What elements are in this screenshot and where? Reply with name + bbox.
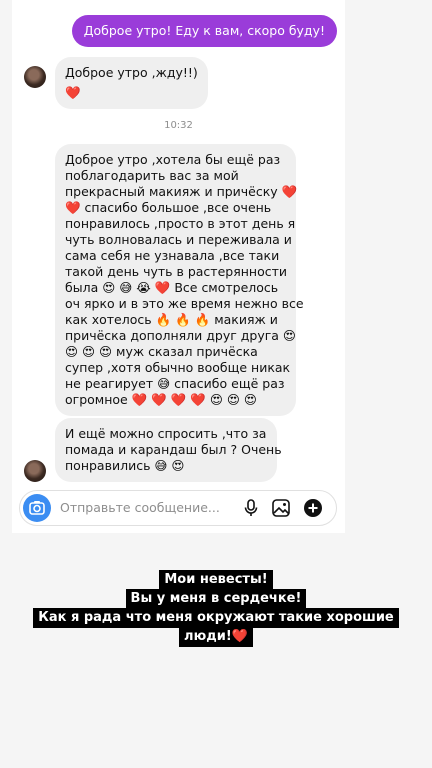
camera-button[interactable] [23, 494, 51, 522]
message-line: не реагирует 😅 спасибо ещё раз [65, 376, 285, 391]
message-composer[interactable]: Отправьте сообщение... [19, 490, 337, 526]
timestamp: 10:32 [164, 120, 193, 131]
message-line: 😍 😍 😍 муж сказал причёска [65, 344, 258, 359]
microphone-icon[interactable] [240, 497, 262, 519]
heart-reaction: ❤️ [65, 85, 81, 100]
message-line: поблагодарить вас за мой [65, 168, 239, 183]
add-icon[interactable] [302, 497, 324, 519]
message-line: Доброе утро ,хотела бы ещё раз [65, 152, 281, 167]
message-line: причёска дополняли друг друга 😍 [65, 328, 296, 343]
message-line: оч ярко и в это же время нежно все [65, 296, 304, 311]
avatar[interactable] [24, 460, 46, 482]
gallery-icon[interactable] [270, 497, 292, 519]
incoming-message-question[interactable]: И ещё можно спросить ,что за помада и ка… [55, 418, 282, 482]
incoming-message-long[interactable]: Доброе утро ,хотела бы ещё раз поблагода… [55, 144, 304, 416]
message-line: чуть волновалась и переживала и [65, 232, 292, 247]
message-line: огромное ❤️ ❤️ ❤️ ❤️ 😍 😍 😍 [65, 392, 257, 407]
story-caption-line: люди!❤️ [0, 625, 432, 647]
message-input[interactable]: Отправьте сообщение... [60, 500, 220, 515]
message-line: как хотелось 🔥 🔥 🔥 макияж и [65, 312, 278, 327]
message-line: понравились 😅 😍 [65, 458, 185, 473]
message-line: прекрасный макияж и причёску ❤️ [65, 184, 298, 199]
caption-text: люди!❤️ [179, 627, 253, 647]
outgoing-message[interactable]: Доброе утро! Еду к вам, скоро буду! [71, 15, 337, 47]
chat-screenshot: Доброе утро! Еду к вам, скоро буду! Добр… [12, 0, 345, 533]
message-line: была 😍 😅 😭 ❤️ Все смотрелось [65, 280, 279, 295]
camera-icon [29, 501, 45, 515]
message-text: Доброе утро ,жду!!) [65, 65, 198, 80]
avatar[interactable] [24, 66, 46, 88]
message-line: такой день чуть в растерянности [65, 264, 287, 279]
message-line: понравилось ,просто в этот день я [65, 216, 296, 231]
message-line: ❤️ спасибо большое ,все очень [65, 200, 272, 215]
message-line: И ещё можно спросить ,что за [65, 426, 267, 441]
message-line: супер ,хотя обычно вообще никак [65, 360, 291, 375]
incoming-message[interactable]: Доброе утро ,жду!!) ❤️ [55, 57, 208, 109]
message-line: помада и карандаш был ? Очень [65, 442, 282, 457]
message-line: сама себя не узнавала ,все таки [65, 248, 280, 263]
